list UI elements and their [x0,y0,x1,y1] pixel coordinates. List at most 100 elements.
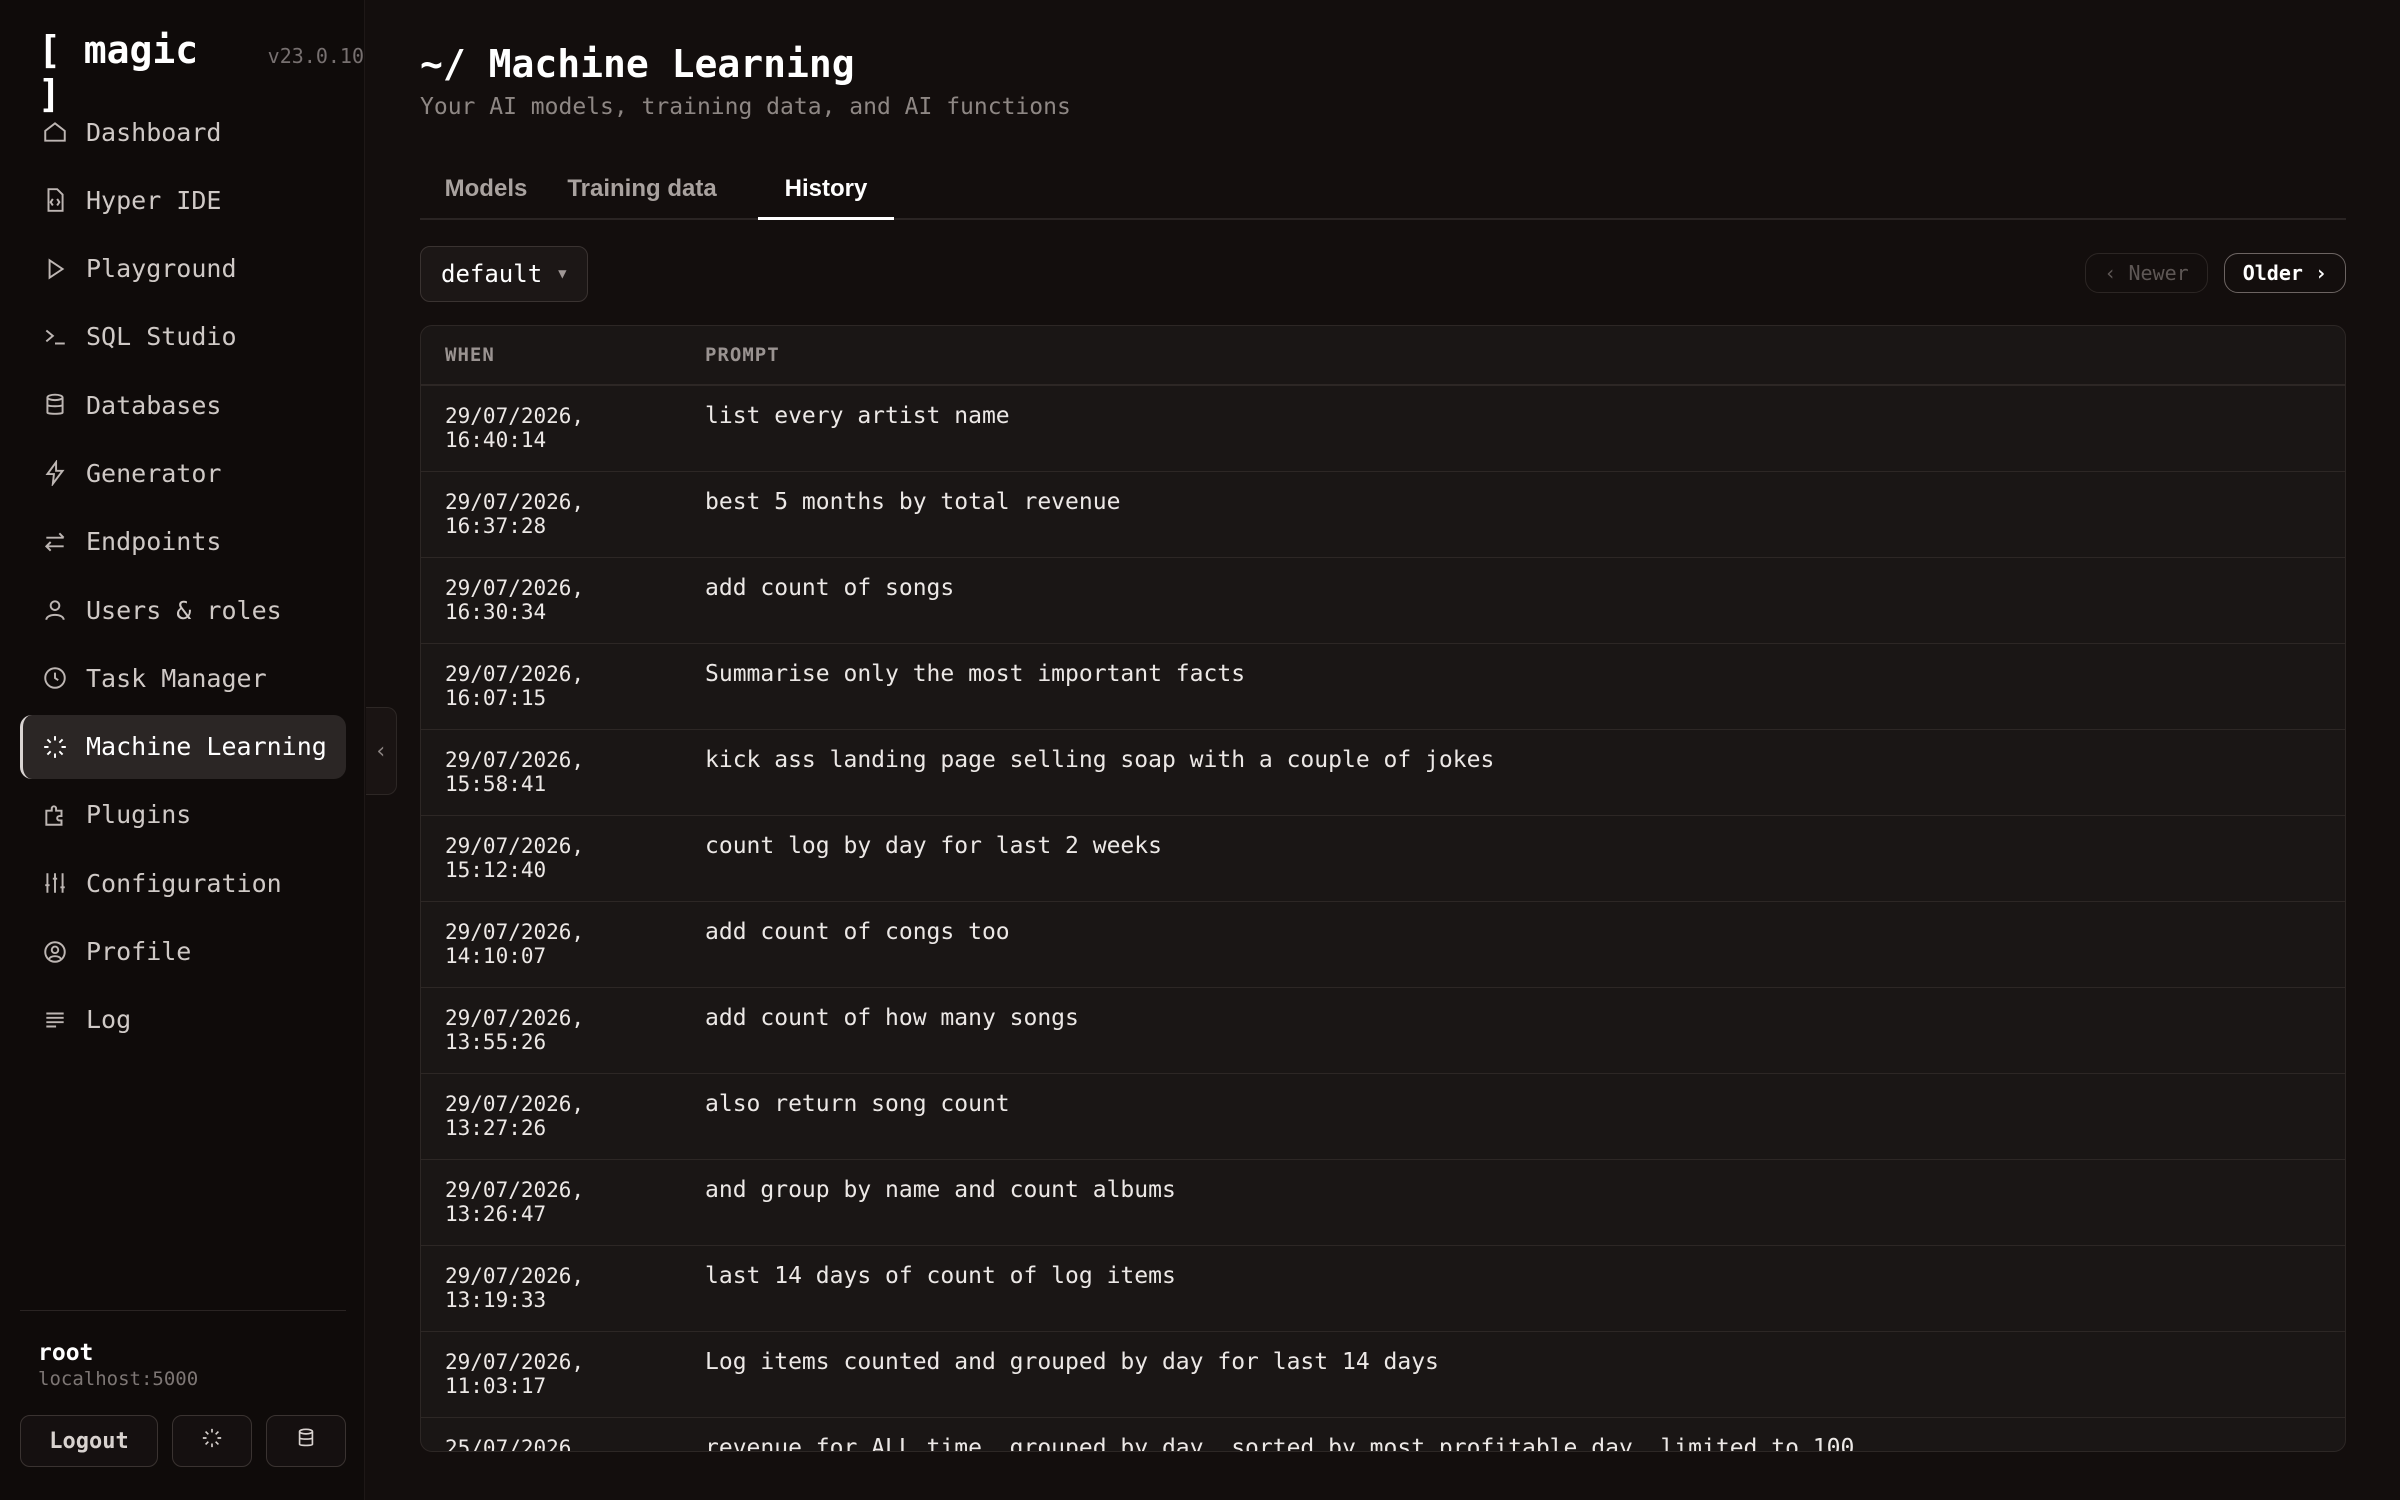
when-time: 15:12:40 [445,858,547,882]
sidebar-item-label: Users & roles [86,595,282,625]
table-row[interactable]: 29/07/2026, 16:40:14 list every artist na… [421,386,2345,472]
prompt-cell: list every artist name [705,403,1010,429]
table-row[interactable]: 29/07/2026, 13:27:26 also return song cou… [421,1074,2345,1160]
when-cell: 29/07/2026, 13:55:26 [421,988,705,1054]
spinner-icon [201,1427,223,1455]
sidebar-item-configuration[interactable]: Configuration [20,851,346,915]
current-user-name: root [38,1340,94,1366]
sidebar-item-generator[interactable]: Generator [20,441,346,505]
when-time: 13:27:26 [445,1116,547,1140]
current-user-host: localhost:5000 [38,1368,199,1390]
sidebar-item-sql-studio[interactable]: SQL Studio [20,305,346,369]
when-time: 13:55:26 [445,1030,547,1054]
lightning-icon [42,460,68,487]
prompt-cell: Summarise only the most important facts [705,661,1246,687]
tab-history[interactable]: History [758,160,894,220]
prompt-cell: count log by day for last 2 weeks [705,833,1162,859]
table-row[interactable]: 25/07/2026, revenue for ALL time, groupe… [421,1418,2345,1452]
when-cell: 29/07/2026, 16:37:28 [421,472,705,538]
spinner-icon [42,734,68,760]
tab-training-data[interactable]: Training data [556,160,728,218]
clock-icon [42,665,68,691]
sidebar-item-dashboard[interactable]: Dashboard [20,100,346,164]
database-icon [42,392,68,418]
sidebar-item-users-roles[interactable]: Users & roles [20,578,346,642]
when-date: 29/07/2026, [445,576,585,600]
sidebar-item-databases[interactable]: Databases [20,373,346,437]
column-header-prompt: PROMPT [705,344,780,366]
sliders-icon [42,870,68,896]
older-button[interactable]: Older › [2223,253,2346,293]
tab-bar: Models Training data History [420,160,2346,220]
when-cell: 29/07/2026, 15:12:40 [421,816,705,882]
when-cell: 29/07/2026, 13:27:26 [421,1074,705,1140]
user-circle-icon [42,939,68,965]
when-date: 25/07/2026, [445,1436,585,1452]
table-row[interactable]: 29/07/2026, 16:07:15 Summarise only the m… [421,644,2345,730]
table-row[interactable]: 29/07/2026, 11:03:17 Log items counted an… [421,1332,2345,1418]
type-select-value: default [441,260,543,288]
prompt-cell: add count of how many songs [705,1005,1079,1031]
prompt-cell: Log items counted and grouped by day for… [705,1349,1439,1375]
sidebar: [ magic ] v23.0.10 Dashboard Hyper IDE P… [0,0,365,1500]
arrows-exchange-icon [42,529,68,555]
when-cell: 29/07/2026, 16:07:15 [421,644,705,710]
when-cell: 25/07/2026, [421,1418,705,1452]
history-table: WHEN PROMPT 29/07/2026, 16:40:14 list eve… [420,325,2346,1452]
type-select[interactable]: default ▼ [420,246,588,302]
when-date: 29/07/2026, [445,1264,585,1288]
table-row[interactable]: 29/07/2026, 13:55:26 add count of how man… [421,988,2345,1074]
sidebar-item-profile[interactable]: Profile [20,920,346,984]
sidebar-item-label: Endpoints [86,527,222,557]
prompt-cell: and group by name and count albums [705,1177,1176,1203]
sidebar-item-endpoints[interactable]: Endpoints [20,510,346,574]
table-row[interactable]: 29/07/2026, 15:12:40 count log by day for… [421,816,2345,902]
when-time: 16:30:34 [445,600,547,624]
theme-toggle-button[interactable] [172,1415,252,1467]
table-row[interactable]: 29/07/2026, 13:19:33 last 14 days of coun… [421,1246,2345,1332]
when-time: 13:19:33 [445,1288,547,1312]
sidebar-item-machine-learning[interactable]: Machine Learning [20,714,346,779]
home-icon [42,119,68,145]
puzzle-icon [42,802,68,828]
prompt-cell: also return song count [705,1091,1010,1117]
sidebar-item-label: Log [86,1005,132,1035]
sidebar-item-label: Databases [86,390,222,420]
sidebar-item-task-manager[interactable]: Task Manager [20,646,346,710]
logout-button[interactable]: Logout [20,1415,158,1467]
sidebar-item-label: Profile [86,937,192,967]
when-date: 29/07/2026, [445,834,585,858]
table-row[interactable]: 29/07/2026, 16:30:34 add count of songs [421,558,2345,644]
when-cell: 29/07/2026, 16:40:14 [421,386,705,452]
sidebar-item-label: Plugins [86,800,192,830]
sidebar-item-label: Task Manager [86,663,267,693]
app-version: v23.0.10 [267,44,364,68]
when-date: 29/07/2026, [445,920,585,944]
terminal-icon [42,324,68,350]
table-row[interactable]: 29/07/2026, 16:37:28 best 5 months by tot… [421,472,2345,558]
sidebar-item-plugins[interactable]: Plugins [20,783,346,847]
when-time: 11:03:17 [445,1374,547,1398]
when-date: 29/07/2026, [445,404,585,428]
prompt-cell: add count of congs too [705,919,1010,945]
when-cell: 29/07/2026, 13:26:47 [421,1160,705,1226]
when-time: 16:40:14 [445,428,547,452]
table-row[interactable]: 29/07/2026, 13:26:47 and group by name an… [421,1160,2345,1246]
database-icon [295,1427,317,1455]
when-time: 16:07:15 [445,686,547,710]
sidebar-item-log[interactable]: Log [20,988,346,1052]
newer-button[interactable]: ‹ Newer [2085,253,2208,293]
sidebar-item-playground[interactable]: Playground [20,237,346,301]
tab-models[interactable]: Models [420,160,552,218]
sidebar-item-hyper-ide[interactable]: Hyper IDE [20,168,346,232]
table-row[interactable]: 29/07/2026, 15:58:41 kick ass landing pag… [421,730,2345,816]
when-time: 15:58:41 [445,772,547,796]
prompt-cell: best 5 months by total revenue [705,489,1121,515]
sidebar-nav: Dashboard Hyper IDE Playground SQL Studi… [20,100,346,1056]
when-cell: 29/07/2026, 14:10:07 [421,902,705,968]
collapse-sidebar-button[interactable]: ‹ [366,707,397,795]
when-date: 29/07/2026, [445,1178,585,1202]
table-row[interactable]: 29/07/2026, 14:10:07 add count of congs t… [421,902,2345,988]
database-button[interactable] [266,1415,346,1467]
when-cell: 29/07/2026, 11:03:17 [421,1332,705,1398]
